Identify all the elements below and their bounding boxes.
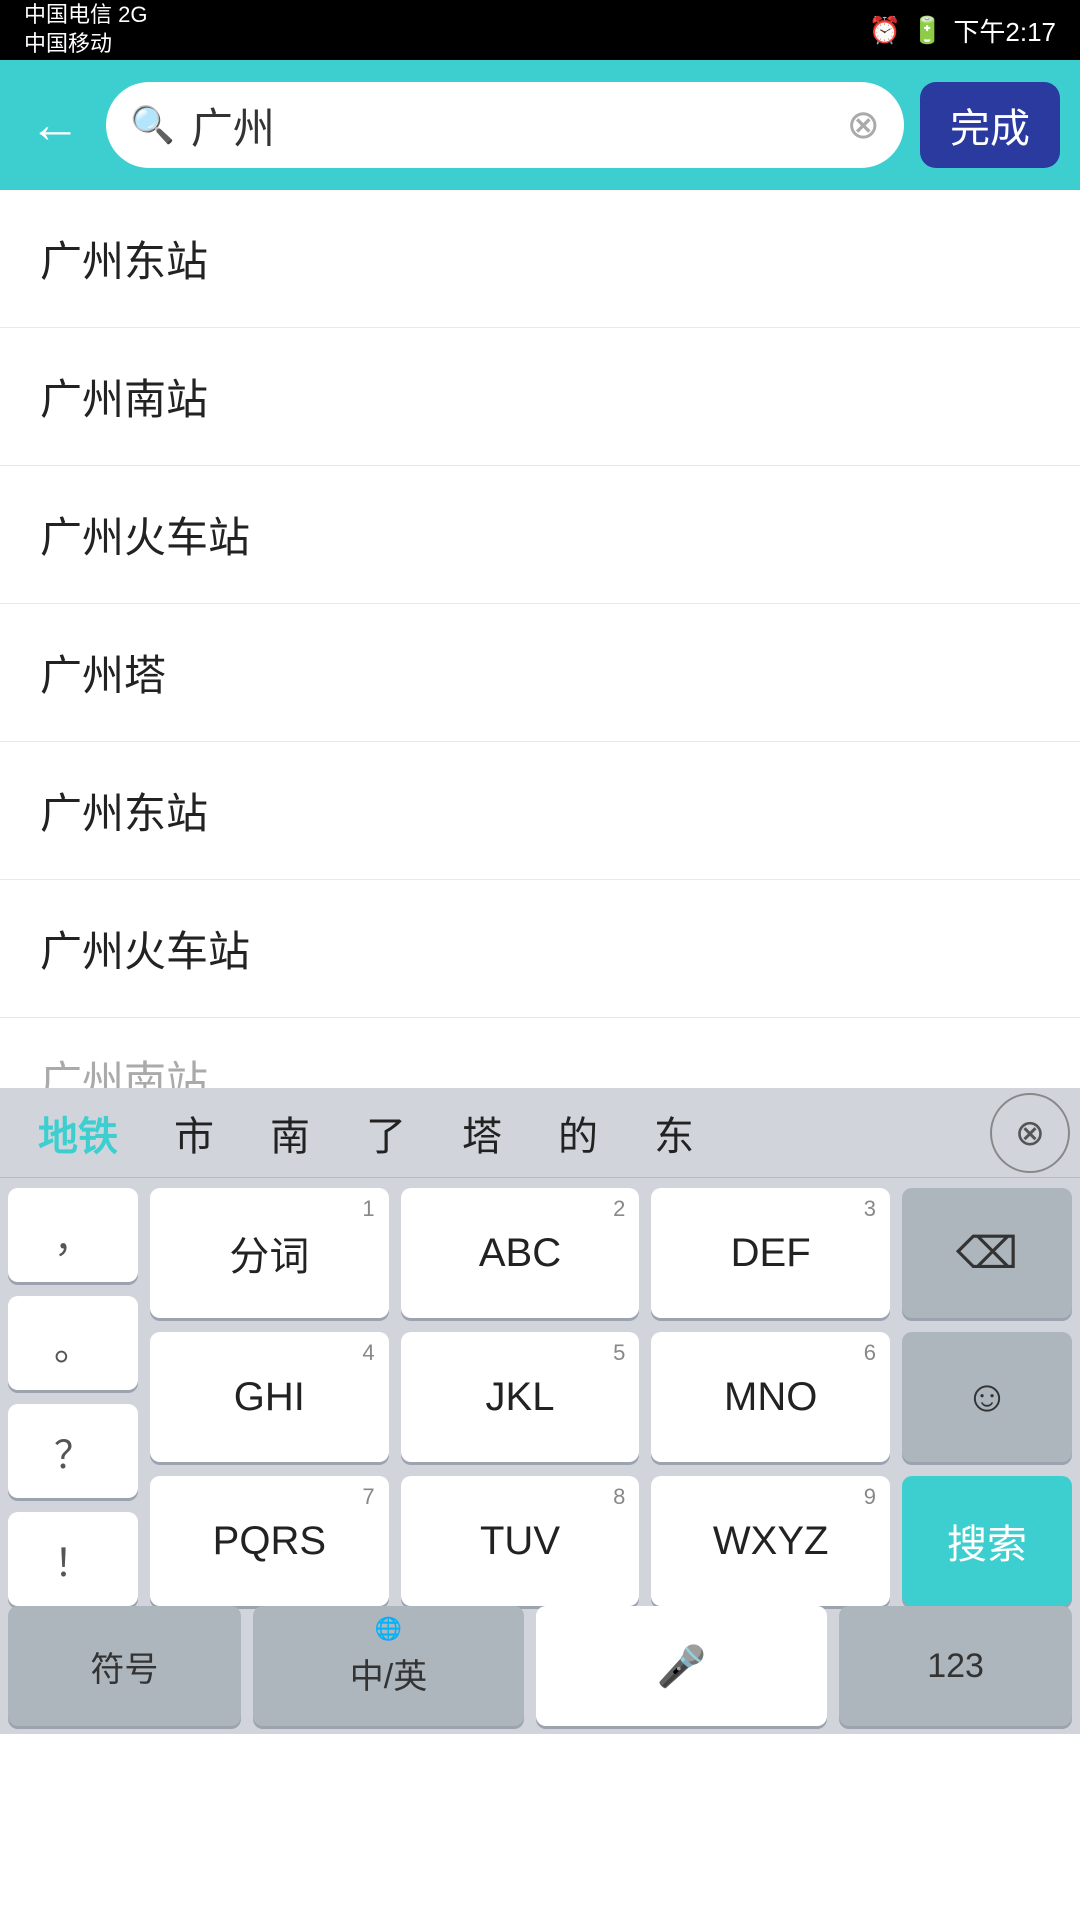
mic-key[interactable]: 🎤: [536, 1606, 827, 1726]
candidate-item[interactable]: 了: [338, 1088, 434, 1177]
search-box: 🔍 ⊗: [106, 82, 904, 168]
suggestions-list: 广州东站 广州南站 广州火车站 广州塔 广州东站 广州火车站 广州南站: [0, 190, 1080, 1088]
done-button[interactable]: 完成: [920, 82, 1060, 168]
key-8-tuv[interactable]: 8 TUV: [401, 1476, 640, 1606]
suggestion-item[interactable]: 广州火车站: [0, 466, 1080, 604]
keyboard-row-2: 4 GHI 5 JKL 6 MNO: [150, 1332, 890, 1462]
keyboard-row-3: 7 PQRS 8 TUV 9 WXYZ: [150, 1476, 890, 1606]
punctuation-exclaim[interactable]: ！: [8, 1512, 138, 1606]
key-1-fenci[interactable]: 1 分词: [150, 1188, 389, 1318]
clear-button[interactable]: ⊗: [846, 102, 880, 148]
status-bar: 中国电信 2G 中国移动 ⏰ 🔋 下午2:17: [0, 0, 1080, 60]
carrier-info: 中国电信 2G 中国移动: [24, 1, 147, 58]
candidate-item[interactable]: 南: [242, 1088, 338, 1177]
suggestion-item[interactable]: 广州东站: [0, 742, 1080, 880]
key-5-jkl[interactable]: 5 JKL: [401, 1332, 640, 1462]
battery-icon: 🔋: [911, 15, 943, 46]
lang-switch-key[interactable]: 🌐 中/英: [253, 1606, 525, 1726]
keyboard-main: ， 。 ？ ！ 1 分词 2 ABC 3 DEF: [8, 1188, 1072, 1606]
num-key[interactable]: 123: [839, 1606, 1072, 1726]
punctuation-period[interactable]: 。: [8, 1296, 138, 1390]
search-key[interactable]: 搜索: [902, 1476, 1072, 1606]
globe-icon: 🌐: [375, 1616, 402, 1642]
candidate-item[interactable]: 市: [146, 1088, 242, 1177]
suggestion-item[interactable]: 广州南站: [0, 328, 1080, 466]
key-3-def[interactable]: 3 DEF: [651, 1188, 890, 1318]
search-icon: 🔍: [130, 104, 175, 146]
keyboard-right-column: ⌫ ☺ 搜索: [902, 1188, 1072, 1606]
candidate-item[interactable]: 塔: [434, 1088, 530, 1177]
candidate-item[interactable]: 的: [530, 1088, 626, 1177]
candidate-item[interactable]: 东: [626, 1088, 722, 1177]
symbol-key[interactable]: 符号: [8, 1606, 241, 1726]
key-9-wxyz[interactable]: 9 WXYZ: [651, 1476, 890, 1606]
keyboard-center: 1 分词 2 ABC 3 DEF 4 GHI 5: [150, 1188, 890, 1606]
key-2-abc[interactable]: 2 ABC: [401, 1188, 640, 1318]
keyboard-left-column: ， 。 ？ ！: [8, 1188, 138, 1606]
key-7-pqrs[interactable]: 7 PQRS: [150, 1476, 389, 1606]
candidate-delete-button[interactable]: ⊗: [990, 1093, 1070, 1173]
keyboard-bottom-row: 符号 🌐 中/英 🎤 123: [8, 1606, 1072, 1726]
punctuation-comma[interactable]: ，: [8, 1188, 138, 1282]
backspace-key[interactable]: ⌫: [902, 1188, 1072, 1318]
candidate-item[interactable]: 地铁: [10, 1088, 146, 1177]
candidate-bar: 地铁 市 南 了 塔 的 东 ⊗: [0, 1088, 1080, 1178]
keyboard: ， 。 ？ ！ 1 分词 2 ABC 3 DEF: [0, 1178, 1080, 1734]
search-input[interactable]: [191, 101, 831, 149]
punctuation-question[interactable]: ？: [8, 1404, 138, 1498]
alarm-icon: ⏰: [869, 15, 901, 46]
suggestion-item[interactable]: 广州塔: [0, 604, 1080, 742]
key-4-ghi[interactable]: 4 GHI: [150, 1332, 389, 1462]
time-display: 下午2:17: [953, 12, 1056, 49]
suggestion-item[interactable]: 广州火车站: [0, 880, 1080, 1018]
emoji-key[interactable]: ☺: [902, 1332, 1072, 1462]
suggestion-item[interactable]: 广州东站: [0, 190, 1080, 328]
keyboard-row-1: 1 分词 2 ABC 3 DEF: [150, 1188, 890, 1318]
suggestion-item[interactable]: 广州南站: [0, 1018, 1080, 1088]
header: ← 🔍 ⊗ 完成: [0, 60, 1080, 190]
back-button[interactable]: ←: [20, 95, 90, 155]
status-right: ⏰ 🔋 下午2:17: [869, 12, 1056, 49]
key-6-mno[interactable]: 6 MNO: [651, 1332, 890, 1462]
